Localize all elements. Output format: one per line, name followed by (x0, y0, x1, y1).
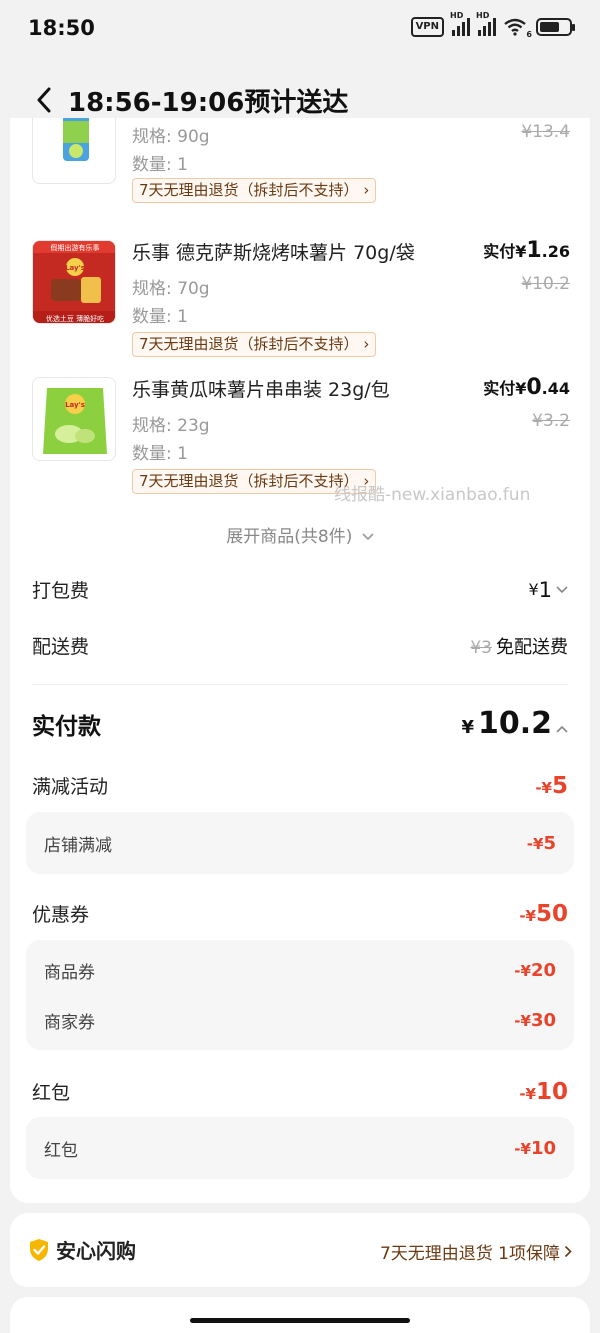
shield-check-icon (30, 1238, 48, 1261)
product-original-price: ¥13.4 (521, 122, 570, 142)
product-original-price: ¥10.2 (521, 274, 570, 294)
product-name: 乐事 德克萨斯烧烤味薯片 70g/袋 (132, 242, 415, 264)
discount-item: 商品券 -¥ 20 (44, 960, 556, 983)
total-row[interactable]: 实付款 ¥10.2 (32, 706, 568, 741)
divider (32, 684, 568, 685)
red-packet-detail-box: 红包 -¥ 10 (26, 1117, 574, 1179)
product-thumbnail (32, 118, 116, 184)
chevron-left-icon (37, 87, 51, 113)
product-quantity: 数量: 1 (132, 155, 188, 175)
total-label: 实付款 (32, 713, 101, 740)
order-detail-card: 规格: 90g 数量: 1 7天无理由退货（拆封后不支持） › ¥13.4 假期… (10, 118, 590, 1203)
next-card (10, 1297, 590, 1333)
product-paid-price: 实付¥1.26 (483, 238, 570, 263)
coupons-value: -¥ 50 (519, 900, 568, 927)
home-indicator (190, 1318, 410, 1323)
product-thumbnail: Lay's (32, 377, 116, 461)
discount-item: 红包 -¥ 10 (44, 1138, 556, 1161)
status-time: 18:50 (28, 16, 95, 40)
full-reduction-row: 满减活动 -¥ 5 (32, 772, 568, 799)
status-bar: 18:50 VPN HD HD 6 (0, 0, 600, 60)
page-title: 18:56-19:06预计送达 (68, 87, 349, 118)
red-packet-label: 红包 (32, 1082, 71, 1104)
wifi-badge: 6 (526, 30, 532, 39)
battery-icon (536, 18, 575, 36)
delivery-fee-value: ¥3 免配送费 (470, 636, 568, 658)
vpn-icon: VPN (410, 17, 444, 37)
coupons-row: 优惠券 -¥ 50 (32, 900, 568, 927)
signal-icon-2: HD (476, 11, 496, 36)
return-policy-tag[interactable]: 7天无理由退货（拆封后不支持） › (132, 178, 377, 203)
svg-text:Lay's: Lay's (65, 264, 85, 272)
svg-text:Lay's: Lay's (65, 401, 85, 409)
red-packet-value: -¥ 10 (519, 1078, 568, 1105)
packing-fee-row[interactable]: 打包费 ¥1 (32, 576, 568, 603)
svg-text:优选土豆 薄脆好吃: 优选土豆 薄脆好吃 (46, 314, 104, 323)
back-button[interactable] (24, 80, 64, 120)
full-reduction-value: -¥ 5 (535, 772, 568, 799)
chevron-down-icon (362, 533, 374, 541)
expand-products-button[interactable]: 展开商品(共8件) (10, 522, 590, 547)
product-name: 乐事黄瓜味薯片串串装 23g/包 (132, 379, 390, 401)
signal-icon: HD (450, 11, 470, 36)
product-spec: 规格: 70g (132, 279, 210, 299)
coupons-detail-box: 商品券 -¥ 20 商家券 -¥ 30 (26, 940, 574, 1050)
watermark: 线报酷-new.xianbao.fun (334, 485, 531, 505)
insurance-detail-link[interactable]: 7天无理由退货 1项保障 (380, 1239, 572, 1264)
chevron-down-icon (556, 585, 568, 593)
packing-fee-value: ¥1 (528, 578, 568, 602)
chevron-up-icon (556, 725, 568, 733)
red-packet-row: 红包 -¥ 10 (32, 1078, 568, 1105)
product-paid-price: 实付¥0.44 (483, 375, 570, 400)
delivery-fee-label: 配送费 (32, 636, 90, 658)
chevron-right-icon (564, 1245, 572, 1258)
svg-text:假期出游有乐事: 假期出游有乐事 (51, 243, 100, 252)
full-reduction-label: 满减活动 (32, 776, 109, 798)
product-item[interactable]: 规格: 90g 数量: 1 7天无理由退货（拆封后不支持） › ¥13.4 (10, 118, 590, 236)
insurance-card[interactable]: 安心闪购 7天无理由退货 1项保障 (10, 1213, 590, 1287)
product-quantity: 数量: 1 (132, 307, 188, 327)
full-reduction-detail-box: 店铺满减 -¥ 5 (26, 812, 574, 874)
total-value: ¥10.2 (461, 706, 568, 741)
insurance-title: 安心闪购 (28, 1235, 136, 1264)
wifi-icon: 6 (504, 18, 532, 39)
product-thumbnail: 假期出游有乐事 Lay's 优选土豆 薄脆好吃 (32, 240, 116, 324)
product-quantity: 数量: 1 (132, 444, 188, 464)
product-spec: 规格: 90g (132, 127, 210, 147)
discount-item: 商家券 -¥ 30 (44, 1010, 556, 1033)
product-spec: 规格: 23g (132, 416, 210, 436)
return-policy-tag[interactable]: 7天无理由退货（拆封后不支持） › (132, 332, 377, 357)
delivery-fee-row: 配送费 ¥3 免配送费 (32, 632, 568, 659)
packing-fee-label: 打包费 (32, 580, 90, 602)
product-original-price: ¥3.2 (532, 411, 570, 431)
discount-item: 店铺满减 -¥ 5 (44, 833, 556, 856)
status-icons: VPN HD HD 6 (410, 11, 575, 39)
coupons-label: 优惠券 (32, 904, 90, 926)
product-item[interactable]: 假期出游有乐事 Lay's 优选土豆 薄脆好吃 乐事 德克萨斯烧烤味薯片 70g… (10, 238, 590, 376)
